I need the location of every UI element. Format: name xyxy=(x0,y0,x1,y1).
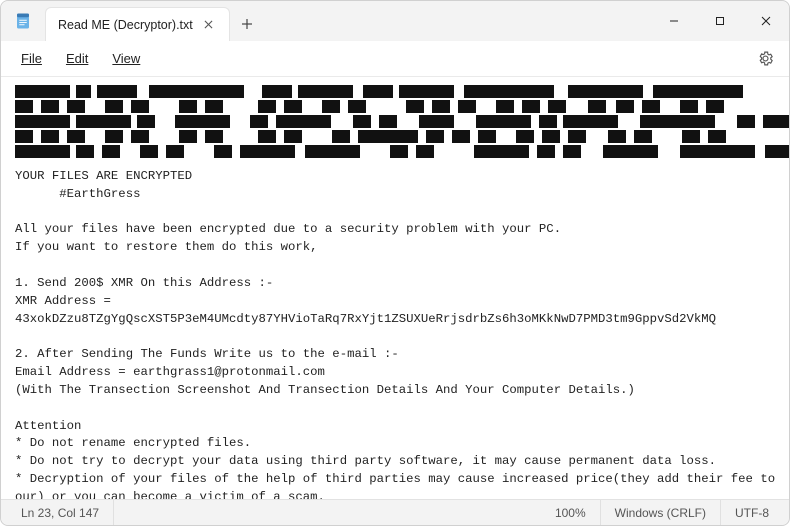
notepad-window: Read ME (Decryptor).txt File Edit View Y… xyxy=(0,0,790,526)
close-tab-icon[interactable] xyxy=(201,17,217,33)
menu-file[interactable]: File xyxy=(11,47,52,70)
status-encoding[interactable]: UTF-8 xyxy=(721,500,783,525)
minimize-button[interactable] xyxy=(651,1,697,41)
close-button[interactable] xyxy=(743,1,789,41)
menubar: File Edit View xyxy=(1,41,789,77)
status-eol[interactable]: Windows (CRLF) xyxy=(601,500,721,525)
tab[interactable]: Read ME (Decryptor).txt xyxy=(45,7,230,41)
menu-edit[interactable]: Edit xyxy=(56,47,98,70)
window-controls xyxy=(651,1,789,41)
statusbar: Ln 23, Col 147 100% Windows (CRLF) UTF-8 xyxy=(1,499,789,525)
editor-content[interactable]: YOUR FILES ARE ENCRYPTED #EarthGress All… xyxy=(1,77,789,499)
notepad-icon xyxy=(1,1,45,41)
settings-gear-icon[interactable] xyxy=(751,45,779,73)
menu-view[interactable]: View xyxy=(102,47,150,70)
new-tab-button[interactable] xyxy=(230,7,264,41)
ascii-art-banner xyxy=(15,85,775,160)
titlebar: Read ME (Decryptor).txt xyxy=(1,1,789,41)
status-position: Ln 23, Col 147 xyxy=(7,500,114,525)
tab-title: Read ME (Decryptor).txt xyxy=(58,18,193,32)
maximize-button[interactable] xyxy=(697,1,743,41)
ransom-note-text: YOUR FILES ARE ENCRYPTED #EarthGress All… xyxy=(15,168,775,499)
status-zoom[interactable]: 100% xyxy=(541,500,601,525)
